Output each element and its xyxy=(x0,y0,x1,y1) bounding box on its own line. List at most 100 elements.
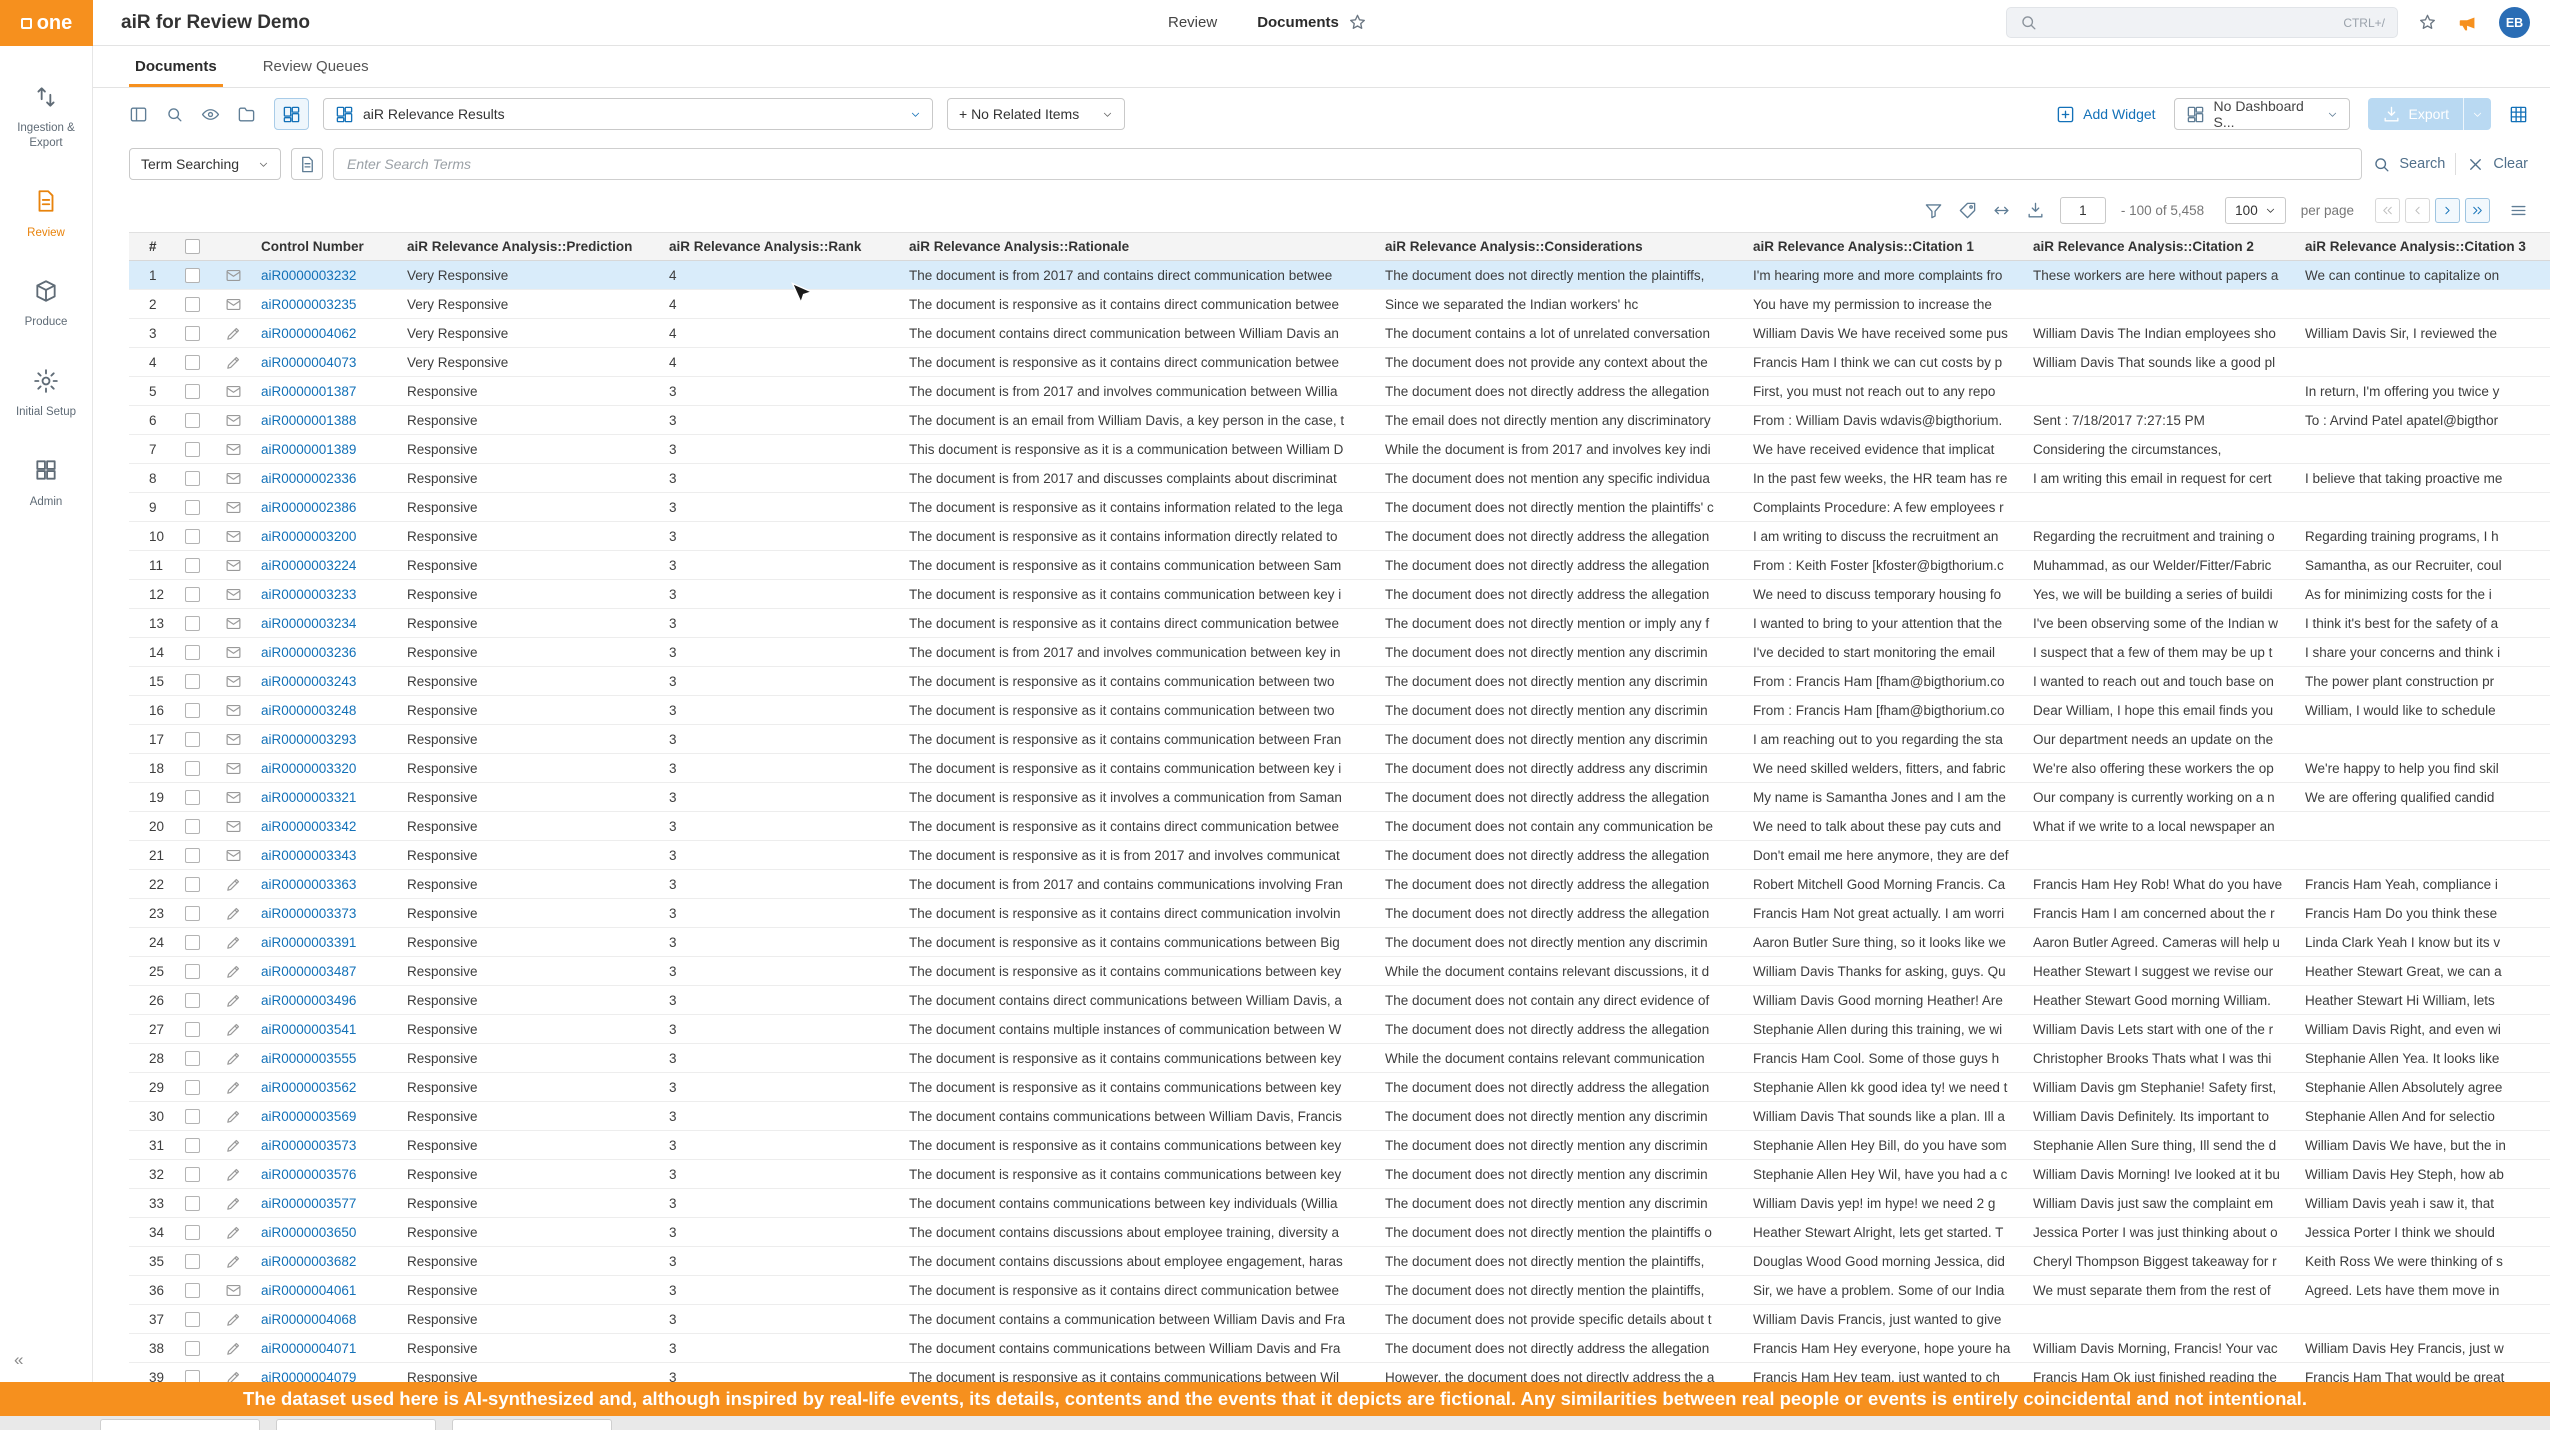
table-row[interactable]: 24aiR0000003391Responsive3The document i… xyxy=(129,928,2550,957)
announcements-icon[interactable] xyxy=(2457,12,2479,34)
table-row[interactable]: 35aiR0000003682Responsive3The document c… xyxy=(129,1247,2550,1276)
table-row[interactable]: 33aiR0000003577Responsive3The document c… xyxy=(129,1189,2550,1218)
row-checkbox[interactable] xyxy=(185,1109,200,1124)
control-number-link[interactable]: aiR0000003576 xyxy=(261,1167,356,1182)
control-number-link[interactable]: aiR0000003234 xyxy=(261,616,356,631)
control-number-link[interactable]: aiR0000003541 xyxy=(261,1022,356,1037)
row-checkbox[interactable] xyxy=(185,1167,200,1182)
row-checkbox[interactable] xyxy=(185,1312,200,1327)
table-row[interactable]: 6aiR0000001388Responsive3The document is… xyxy=(129,406,2550,435)
row-checkbox[interactable] xyxy=(185,471,200,486)
table-row[interactable]: 7aiR0000001389Responsive3This document i… xyxy=(129,435,2550,464)
table-row[interactable]: 3aiR0000004062Very Responsive4The docume… xyxy=(129,319,2550,348)
control-number-link[interactable]: aiR0000003569 xyxy=(261,1109,356,1124)
control-number-link[interactable]: aiR0000003248 xyxy=(261,703,356,718)
export-menu-button[interactable] xyxy=(2463,98,2491,130)
row-checkbox[interactable] xyxy=(185,964,200,979)
search-button[interactable]: Search xyxy=(2372,155,2445,174)
table-row[interactable]: 1aiR0000003232Very Responsive4The docume… xyxy=(129,261,2550,290)
search-options-button[interactable] xyxy=(291,148,323,180)
sidebar-item-produce[interactable]: Produce xyxy=(0,278,93,330)
table-row[interactable]: 18aiR0000003320Responsive3The document i… xyxy=(129,754,2550,783)
row-checkbox[interactable] xyxy=(185,1341,200,1356)
saved-search-icon[interactable] xyxy=(165,105,184,124)
page-size-dropdown[interactable]: 100 xyxy=(2225,197,2286,224)
table-row[interactable]: 37aiR0000004068Responsive3The document c… xyxy=(129,1305,2550,1334)
control-number-link[interactable]: aiR0000004061 xyxy=(261,1283,356,1298)
row-checkbox[interactable] xyxy=(185,384,200,399)
row-checkbox[interactable] xyxy=(185,674,200,689)
user-avatar[interactable]: EB xyxy=(2499,7,2530,38)
header-rationale[interactable]: aiR Relevance Analysis::Rationale xyxy=(909,239,1385,254)
table-row[interactable]: 14aiR0000003236Responsive3The document i… xyxy=(129,638,2550,667)
table-row[interactable]: 30aiR0000003569Responsive3The document c… xyxy=(129,1102,2550,1131)
control-number-link[interactable]: aiR0000003293 xyxy=(261,732,356,747)
header-control-number[interactable]: Control Number xyxy=(261,239,407,254)
table-row[interactable]: 26aiR0000003496Responsive3The document c… xyxy=(129,986,2550,1015)
control-number-link[interactable]: aiR0000001387 xyxy=(261,384,356,399)
header-considerations[interactable]: aiR Relevance Analysis::Considerations xyxy=(1385,239,1753,254)
search-terms-input[interactable] xyxy=(333,148,2362,180)
control-number-link[interactable]: aiR0000003200 xyxy=(261,529,356,544)
table-row[interactable]: 20aiR0000003342Responsive3The document i… xyxy=(129,812,2550,841)
row-checkbox[interactable] xyxy=(185,1196,200,1211)
filter-icon[interactable] xyxy=(1924,201,1943,220)
sampling-icon[interactable] xyxy=(1958,201,1977,220)
table-row[interactable]: 29aiR0000003562Responsive3The document i… xyxy=(129,1073,2550,1102)
dashboard-toggle-button[interactable] xyxy=(274,98,309,130)
control-number-link[interactable]: aiR0000004062 xyxy=(261,326,356,341)
row-checkbox[interactable] xyxy=(185,761,200,776)
control-number-link[interactable]: aiR0000003343 xyxy=(261,848,356,863)
table-row[interactable]: 22aiR0000003363Responsive3The document i… xyxy=(129,870,2550,899)
browse-panel-icon[interactable] xyxy=(129,105,148,124)
control-number-link[interactable]: aiR0000004071 xyxy=(261,1341,356,1356)
control-number-link[interactable]: aiR0000001388 xyxy=(261,413,356,428)
row-checkbox[interactable] xyxy=(185,326,200,341)
row-checkbox[interactable] xyxy=(185,1138,200,1153)
nav-review[interactable]: Review xyxy=(1168,14,1217,31)
header-citation1[interactable]: aiR Relevance Analysis::Citation 1 xyxy=(1753,239,2033,254)
table-row[interactable]: 38aiR0000004071Responsive3The document c… xyxy=(129,1334,2550,1363)
control-number-link[interactable]: aiR0000003321 xyxy=(261,790,356,805)
sidebar-item-initial-setup[interactable]: Initial Setup xyxy=(0,368,93,420)
table-row[interactable]: 12aiR0000003233Responsive3The document i… xyxy=(129,580,2550,609)
row-checkbox[interactable] xyxy=(185,1022,200,1037)
control-number-link[interactable]: aiR0000003233 xyxy=(261,587,356,602)
folders-icon[interactable] xyxy=(237,105,256,124)
table-row[interactable]: 2aiR0000003235Very Responsive4The docume… xyxy=(129,290,2550,319)
control-number-link[interactable]: aiR0000003224 xyxy=(261,558,356,573)
header-rank[interactable]: aiR Relevance Analysis::Rank xyxy=(669,239,909,254)
views-icon[interactable] xyxy=(201,105,220,124)
table-row[interactable]: 17aiR0000003293Responsive3The document i… xyxy=(129,725,2550,754)
control-number-link[interactable]: aiR0000003373 xyxy=(261,906,356,921)
control-number-link[interactable]: aiR0000001389 xyxy=(261,442,356,457)
layout-grid-icon[interactable] xyxy=(2509,105,2528,124)
row-checkbox[interactable] xyxy=(185,1283,200,1298)
row-checkbox[interactable] xyxy=(185,355,200,370)
table-row[interactable]: 16aiR0000003248Responsive3The document i… xyxy=(129,696,2550,725)
control-number-link[interactable]: aiR0000003320 xyxy=(261,761,356,776)
row-checkbox[interactable] xyxy=(185,993,200,1008)
table-row[interactable]: 11aiR0000003224Responsive3The document i… xyxy=(129,551,2550,580)
list-menu-icon[interactable] xyxy=(2509,201,2528,220)
table-row[interactable]: 9aiR0000002386Responsive3The document is… xyxy=(129,493,2550,522)
table-row[interactable]: 23aiR0000003373Responsive3The document i… xyxy=(129,899,2550,928)
last-page-button[interactable] xyxy=(2465,198,2490,223)
related-items-dropdown[interactable]: + No Related Items xyxy=(947,98,1125,130)
dashboard-dropdown[interactable]: No Dashboard S... xyxy=(2174,98,2350,130)
global-search-input[interactable]: CTRL+/ xyxy=(2006,7,2398,38)
table-row[interactable]: 31aiR0000003573Responsive3The document i… xyxy=(129,1131,2550,1160)
control-number-link[interactable]: aiR0000003577 xyxy=(261,1196,356,1211)
fit-width-icon[interactable] xyxy=(1992,201,2011,220)
table-row[interactable]: 10aiR0000003200Responsive3The document i… xyxy=(129,522,2550,551)
control-number-link[interactable]: aiR0000003342 xyxy=(261,819,356,834)
table-row[interactable]: 5aiR0000001387Responsive3The document is… xyxy=(129,377,2550,406)
table-row[interactable]: 36aiR0000004061Responsive3The document i… xyxy=(129,1276,2550,1305)
table-row[interactable]: 25aiR0000003487Responsive3The document i… xyxy=(129,957,2550,986)
row-checkbox[interactable] xyxy=(185,616,200,631)
table-row[interactable]: 15aiR0000003243Responsive3The document i… xyxy=(129,667,2550,696)
row-checkbox[interactable] xyxy=(185,645,200,660)
table-row[interactable]: 21aiR0000003343Responsive3The document i… xyxy=(129,841,2550,870)
search-mode-dropdown[interactable]: Term Searching xyxy=(129,148,281,180)
control-number-link[interactable]: aiR0000004073 xyxy=(261,355,356,370)
